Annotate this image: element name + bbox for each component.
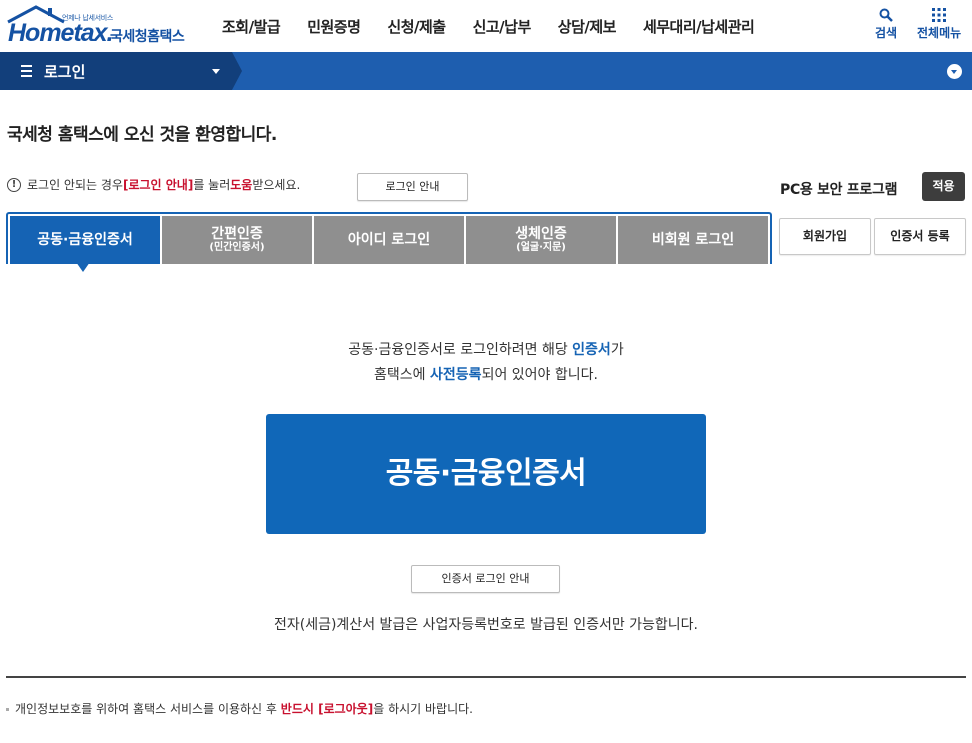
bullet-icon [6, 708, 9, 711]
hometax-logo[interactable]: 언제나 납세서비스 Hometax. 국세청홈택스 [6, 4, 191, 48]
notice-help: 도움 [230, 178, 253, 192]
apply-button[interactable]: 적용 [922, 172, 965, 201]
logo-org: 국세청홈택스 [110, 29, 185, 45]
login-tabs: 공동·금융인증서 간편인증 (민간인증서) 아이디 로그인 생체인증 (얼굴·지… [6, 212, 772, 264]
desc-emphasis: 인증서 [572, 342, 611, 358]
tab-label: 간편인증 [211, 226, 263, 243]
divider [6, 676, 966, 678]
all-menu-button[interactable]: 전체메뉴 [917, 6, 961, 41]
nav-item-report[interactable]: 신고/납부 [473, 16, 532, 37]
privacy-notice: 개인정보보호를 위하여 홈택스 서비스를 이용하신 후 반드시 [로그아웃]을 … [6, 700, 473, 717]
footer-text: 을 하시기 바랍니다. [373, 702, 473, 716]
login-guide-button[interactable]: 로그인 안내 [357, 173, 468, 201]
welcome-heading: 국세청 홈택스에 오신 것을 환영합니다. [7, 125, 277, 145]
desc-text: 홈택스에 [374, 367, 431, 383]
chevron-down-circle-icon[interactable] [947, 64, 962, 79]
notice-middle: 를 눌러 [193, 178, 231, 192]
grid-icon [917, 6, 961, 24]
tab-id-login[interactable]: 아이디 로그인 [314, 216, 464, 264]
exclamation-icon: ! [7, 177, 21, 192]
search-button[interactable]: 검색 [875, 6, 897, 41]
tab-label: 생체인증 [515, 226, 567, 243]
search-icon [875, 6, 897, 24]
tab-biometric[interactable]: 생체인증 (얼굴·지문) [466, 216, 616, 264]
cert-description-line2: 홈택스에 사전등록되어 있어야 합니다. [0, 364, 972, 384]
nav-item-apply[interactable]: 신청/제출 [387, 16, 446, 37]
desc-text: 가 [610, 342, 624, 358]
footer-text: 개인정보보호를 위하여 홈택스 서비스를 이용하신 후 [15, 702, 281, 716]
nav-item-inquiry[interactable]: 조회/발급 [222, 16, 281, 37]
tab-joint-cert[interactable]: 공동·금융인증서 [10, 216, 160, 264]
desc-text: 공동·금융인증서로 로그인하려면 해당 [348, 342, 573, 358]
hamburger-icon [21, 65, 32, 77]
nav-item-certificate[interactable]: 민원증명 [307, 16, 361, 37]
main-nav: 조회/발급 민원증명 신청/제출 신고/납부 상담/제보 세무대리/납세관리 [222, 16, 781, 37]
login-notice: ! 로그인 안되는 경우 [로그인 안내] 를 눌러 도움 받으세요. [7, 176, 300, 193]
tab-label: 비회원 로그인 [651, 231, 735, 248]
caret-down-icon [212, 69, 220, 74]
logo-text: Hometax. [8, 19, 114, 47]
notice-prefix: 로그인 안되는 경우 [27, 178, 123, 192]
nav-item-counsel[interactable]: 상담/제보 [558, 16, 617, 37]
desc-emphasis: 사전등록 [430, 367, 482, 383]
notice-link: [로그인 안내] [122, 178, 194, 192]
tab-simple-auth[interactable]: 간편인증 (민간인증서) [162, 216, 312, 264]
site-header: 언제나 납세서비스 Hometax. 국세청홈택스 조회/발급 민원증명 신청/… [0, 0, 972, 52]
desc-text: 되어 있어야 합니다. [481, 367, 598, 383]
joint-cert-login-button[interactable]: 공동·금융인증서 [266, 414, 706, 534]
page-title: 로그인 [44, 63, 86, 81]
cert-register-button[interactable]: 인증서 등록 [874, 218, 966, 255]
tab-sublabel: (얼굴·지문) [516, 242, 566, 254]
title-dropdown[interactable]: 로그인 [0, 52, 232, 90]
tab-label: 공동·금융인증서 [37, 231, 133, 248]
breadcrumb-arrow [232, 52, 242, 90]
page-title-bar: 로그인 [0, 52, 972, 90]
tab-sublabel: (민간인증서) [209, 242, 265, 254]
active-tab-pointer [76, 262, 90, 272]
notice-suffix: 받으세요. [252, 178, 301, 192]
cert-description-line1: 공동·금융인증서로 로그인하려면 해당 인증서가 [0, 339, 972, 359]
tab-guest-login[interactable]: 비회원 로그인 [618, 216, 768, 264]
cert-login-guide-button[interactable]: 인증서 로그인 안내 [411, 565, 560, 593]
nav-item-agent[interactable]: 세무대리/납세관리 [643, 16, 755, 37]
search-label: 검색 [875, 26, 898, 40]
security-program-label: PC용 보안 프로그램 [780, 182, 898, 198]
footer-emphasis: 반드시 [로그아웃] [280, 702, 374, 716]
tab-label: 아이디 로그인 [347, 231, 431, 248]
all-menu-label: 전체메뉴 [917, 26, 962, 40]
join-button[interactable]: 회원가입 [779, 218, 871, 255]
e-invoice-note: 전자(세금)계산서 발급은 사업자등록번호로 발급된 인증서만 가능합니다. [273, 617, 699, 633]
